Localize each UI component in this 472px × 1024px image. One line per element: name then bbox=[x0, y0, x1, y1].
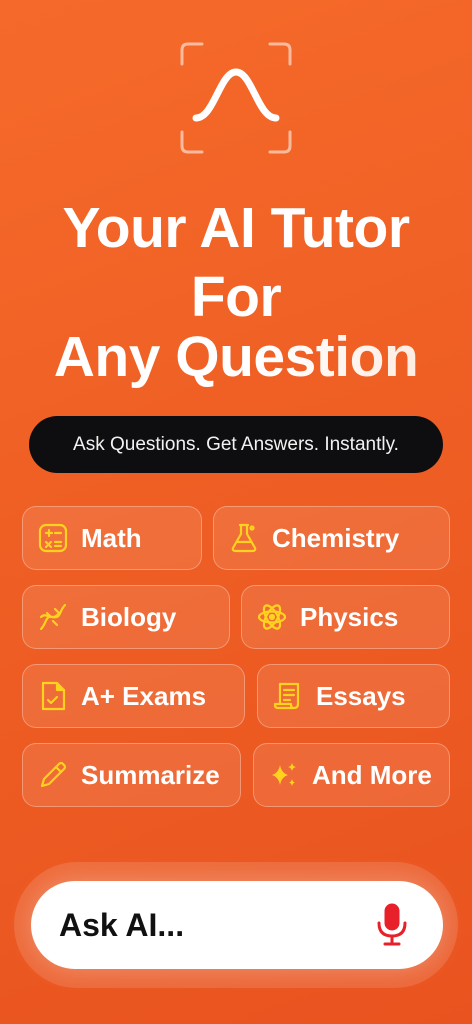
chip-biology[interactable]: Biology bbox=[22, 585, 230, 649]
chip-and-more[interactable]: And More bbox=[253, 743, 450, 807]
calculator-icon bbox=[37, 522, 69, 554]
chip-label: Biology bbox=[81, 601, 177, 632]
scroll-icon bbox=[272, 680, 304, 712]
ask-ai-input[interactable]: Ask AI... bbox=[31, 881, 443, 969]
chip-physics[interactable]: Physics bbox=[241, 585, 450, 649]
chip-label: Chemistry bbox=[272, 522, 400, 553]
chip-label: Essays bbox=[316, 680, 406, 711]
chip-label: Physics bbox=[300, 601, 399, 632]
flask-icon bbox=[228, 522, 260, 554]
atom-icon bbox=[256, 601, 288, 633]
chip-exams[interactable]: A+ Exams bbox=[22, 664, 245, 728]
chip-label: And More bbox=[312, 759, 432, 790]
dna-icon bbox=[37, 601, 69, 633]
chip-essays[interactable]: Essays bbox=[257, 664, 450, 728]
chip-label: Summarize bbox=[81, 759, 220, 790]
chip-math[interactable]: Math bbox=[22, 506, 202, 570]
chip-summarize[interactable]: Summarize bbox=[22, 743, 241, 807]
headline-line-2: For bbox=[190, 265, 282, 329]
chip-label: A+ Exams bbox=[81, 680, 207, 711]
document-check-icon bbox=[37, 680, 69, 712]
app-logo-icon bbox=[180, 42, 292, 154]
tagline-text: Ask Questions. Get Answers. Instantly. bbox=[73, 433, 399, 455]
chip-chemistry[interactable]: Chemistry bbox=[213, 506, 450, 570]
sparkles-icon bbox=[268, 759, 300, 791]
chip-label: Math bbox=[81, 522, 142, 553]
headline-line-1: Your AI Tutor bbox=[62, 196, 410, 260]
headline-line-3: Any Question bbox=[0, 325, 472, 389]
pencil-icon bbox=[37, 759, 69, 791]
microphone-icon[interactable] bbox=[375, 903, 409, 947]
tagline-pill: Ask Questions. Get Answers. Instantly. bbox=[29, 416, 443, 473]
ask-ai-placeholder: Ask AI... bbox=[59, 906, 185, 943]
